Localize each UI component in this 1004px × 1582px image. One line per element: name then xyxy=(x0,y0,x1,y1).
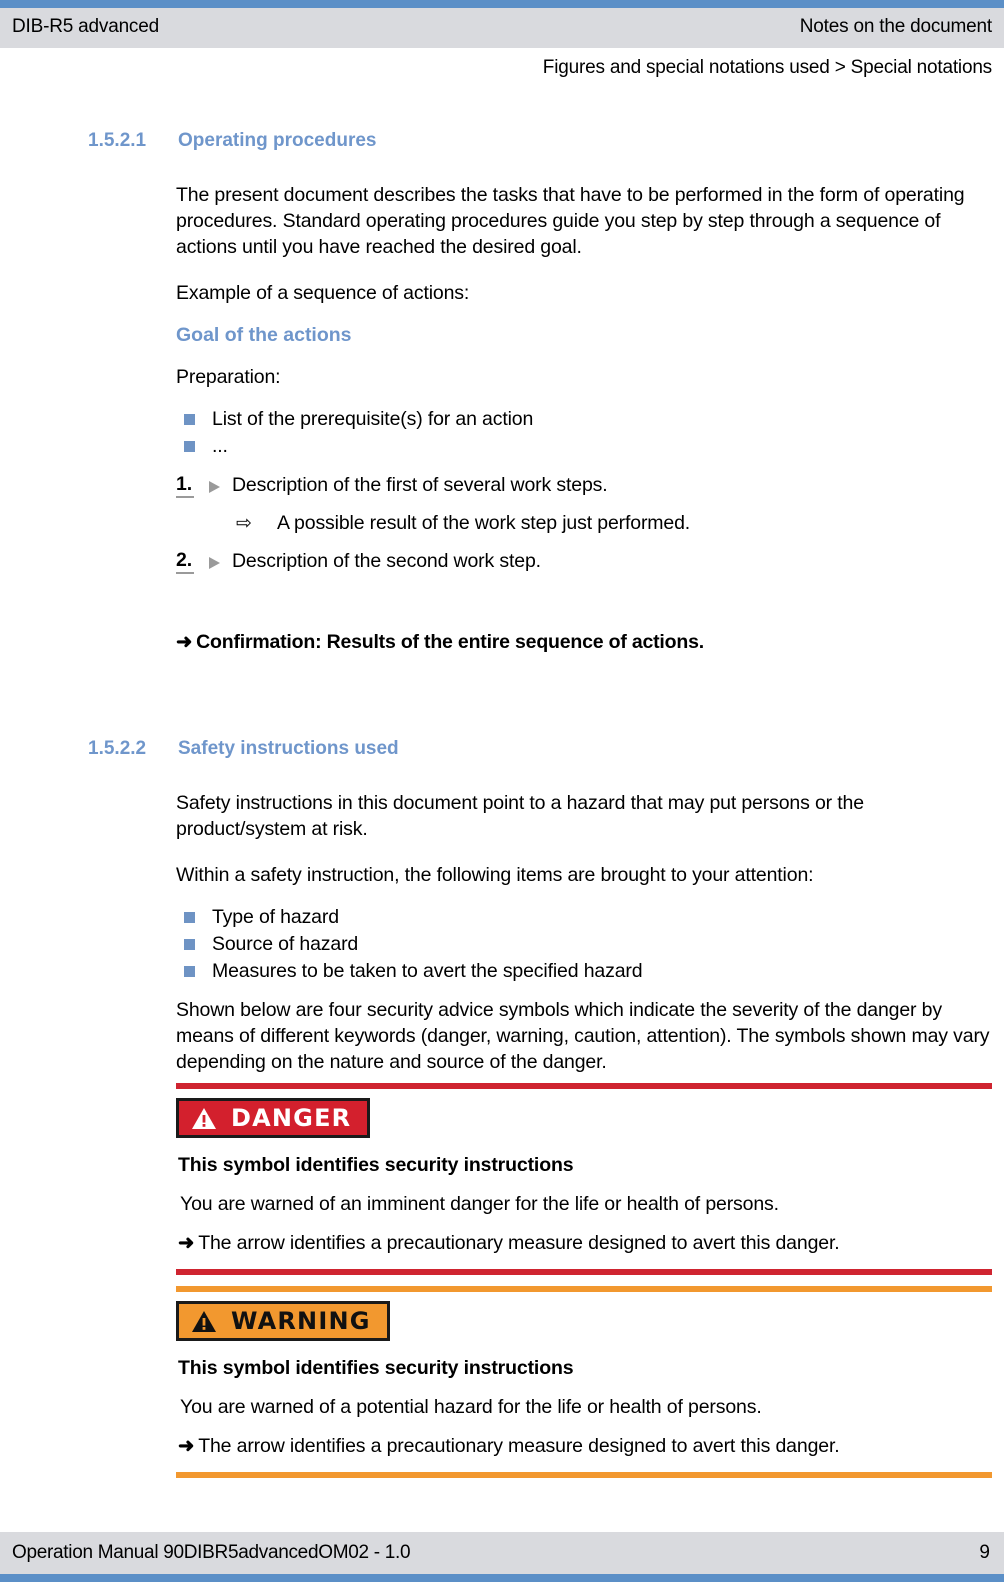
list-item: ... xyxy=(176,433,992,460)
hazard-item-list: Type of hazard Source of hazard Measures… xyxy=(176,904,992,985)
danger-rule-bottom xyxy=(176,1269,992,1275)
step-arrow-icon xyxy=(209,557,220,569)
paragraph: Within a safety instruction, the followi… xyxy=(176,864,814,886)
warning-text: You are warned of a potential hazard for… xyxy=(180,1396,762,1418)
step-text: Description of the first of several work… xyxy=(232,474,608,496)
list-item-label: List of the prerequisite(s) for an actio… xyxy=(212,408,534,430)
list-item-label: Source of hazard xyxy=(212,933,359,955)
square-bullet-icon xyxy=(184,939,195,950)
confirmation-text: Confirmation: Results of the entire sequ… xyxy=(196,631,704,653)
section-title: Operating procedures xyxy=(178,130,377,151)
section-number: 1.5.2.2 xyxy=(88,738,147,759)
warning-measure-line: ➜ The arrow identifies a precautionary me… xyxy=(178,1433,992,1460)
square-bullet-icon xyxy=(184,441,195,452)
paragraph: The present document describes the tasks… xyxy=(176,184,965,258)
list-item: Source of hazard xyxy=(176,931,992,958)
square-bullet-icon xyxy=(184,912,195,923)
footer-document-id: Operation Manual 90DIBR5advancedOM02 - 1… xyxy=(12,1542,411,1563)
result-arrow-icon: ⇨ xyxy=(236,513,252,534)
warning-measure-text: The arrow identifies a precautionary mea… xyxy=(198,1435,840,1457)
warning-block: WARNING This symbol identifies security … xyxy=(176,1301,992,1460)
bottom-accent-bar xyxy=(0,1574,1004,1582)
danger-badge: DANGER xyxy=(176,1098,371,1138)
work-step-1: 1. Description of the first of several w… xyxy=(176,472,992,499)
measure-arrow-icon: ➜ xyxy=(178,1435,195,1457)
warning-rule-top xyxy=(176,1286,992,1292)
warning-triangle-icon xyxy=(192,1310,216,1332)
warning-triangle-icon xyxy=(192,1107,216,1129)
footer-page-number: 9 xyxy=(979,1542,990,1563)
square-bullet-icon xyxy=(184,966,195,977)
list-item: Measures to be taken to avert the specif… xyxy=(176,958,992,985)
list-item-label: Type of hazard xyxy=(212,906,339,928)
page-content: 1.5.2.1 Operating procedures The present… xyxy=(0,130,1004,1478)
measure-arrow-icon: ➜ xyxy=(178,1232,195,1254)
danger-rule-top xyxy=(176,1083,992,1089)
step-arrow-icon xyxy=(209,481,220,493)
danger-badge-label: DANGER xyxy=(231,1104,352,1132)
warning-badge-label: WARNING xyxy=(231,1307,371,1335)
page-header: DIB-R5 advanced Notes on the document xyxy=(0,8,1004,48)
work-step-2: 2. Description of the second work step. xyxy=(176,548,992,575)
breadcrumb: Figures and special notations used > Spe… xyxy=(542,57,992,78)
result-text: A possible result of the work step just … xyxy=(277,512,691,534)
section-number: 1.5.2.1 xyxy=(88,130,147,151)
confirmation-line: ➜ Confirmation: Results of the entire seq… xyxy=(176,629,992,656)
danger-title: This symbol identifies security instruct… xyxy=(178,1154,574,1176)
danger-measure-line: ➜ The arrow identifies a precautionary me… xyxy=(178,1230,992,1257)
step-number: 2. xyxy=(176,548,194,574)
warning-badge: WARNING xyxy=(176,1301,390,1341)
header-chapter-title: Notes on the document xyxy=(799,16,992,37)
paragraph: Safety instructions in this document poi… xyxy=(176,792,864,840)
list-item-label: Measures to be taken to avert the specif… xyxy=(212,960,643,982)
danger-block: DANGER This symbol identifies security i… xyxy=(176,1098,992,1257)
header-product-title: DIB-R5 advanced xyxy=(12,16,159,37)
preparation-label: Preparation: xyxy=(176,366,281,388)
prerequisite-list: List of the prerequisite(s) for an actio… xyxy=(176,406,992,460)
page-footer: Operation Manual 90DIBR5advancedOM02 - 1… xyxy=(0,1532,1004,1574)
danger-text: You are warned of an imminent danger for… xyxy=(180,1193,779,1215)
warning-title: This symbol identifies security instruct… xyxy=(178,1357,574,1379)
top-accent-bar xyxy=(0,0,1004,8)
section-heading-operating-procedures: 1.5.2.1 Operating procedures xyxy=(88,130,1004,152)
section-body-operating-procedures: The present document describes the tasks… xyxy=(176,182,992,656)
goal-heading: Goal of the actions xyxy=(176,324,352,346)
step-text: Description of the second work step. xyxy=(232,550,541,572)
danger-measure-text: The arrow identifies a precautionary mea… xyxy=(198,1232,840,1254)
section-title: Safety instructions used xyxy=(178,738,399,759)
list-item: Type of hazard xyxy=(176,904,992,931)
square-bullet-icon xyxy=(184,414,195,425)
list-item-label: ... xyxy=(212,435,228,457)
warning-rule-bottom xyxy=(176,1472,992,1478)
confirmation-arrow-icon: ➜ xyxy=(176,631,193,653)
paragraph: Example of a sequence of actions: xyxy=(176,282,470,304)
work-step-result: ⇨ A possible result of the work step jus… xyxy=(176,510,992,537)
section-heading-safety-instructions: 1.5.2.2 Safety instructions used xyxy=(88,738,1004,760)
list-item: List of the prerequisite(s) for an actio… xyxy=(176,406,992,433)
section-body-safety-instructions: Safety instructions in this document poi… xyxy=(176,790,992,1075)
paragraph: Shown below are four security advice sym… xyxy=(176,999,990,1073)
step-number: 1. xyxy=(176,472,194,498)
